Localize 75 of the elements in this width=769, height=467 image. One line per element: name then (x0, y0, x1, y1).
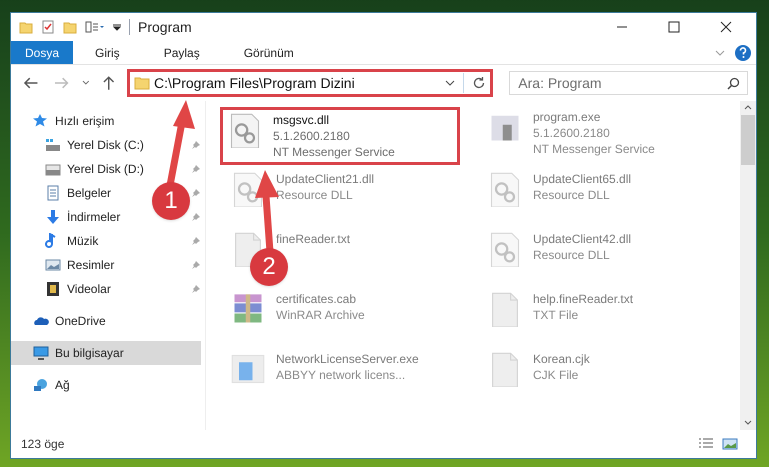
file-detail: WinRAR Archive (276, 307, 365, 323)
view-icon[interactable] (85, 20, 105, 34)
sidebar-label: OneDrive (55, 313, 106, 330)
file-name[interactable]: UpdateClient65.dll (533, 171, 632, 187)
file-detail: ABBYY network licens... (276, 367, 406, 383)
close-icon[interactable] (720, 21, 732, 33)
dropdown-icon[interactable] (445, 79, 456, 87)
sidebar-label: Bu bilgisayar (55, 345, 124, 362)
recent-dropdown-icon[interactable] (82, 80, 90, 86)
sidebar-label: Belgeler (67, 185, 112, 202)
file-name[interactable]: NetworkLicenseServer.exe (276, 351, 419, 367)
file-name[interactable]: UpdateClient21.dll (276, 171, 374, 187)
search-icon (727, 77, 740, 90)
dropdown-icon[interactable] (113, 22, 121, 32)
sidebar-item[interactable]: Ağ (11, 373, 74, 397)
sidebar-item[interactable]: Belgeler (11, 181, 116, 205)
maximize-icon[interactable] (668, 21, 680, 33)
sidebar-label: Ağ (55, 377, 70, 394)
file-name[interactable]: certificates.cab (276, 291, 365, 307)
file-detail: TXT File (533, 307, 580, 323)
address-bar[interactable]: C:\Program Files\Program Dizini (126, 69, 494, 97)
sidebar-label: Resimler (67, 257, 114, 274)
sidebar-item-icon (45, 137, 61, 153)
ribbon-tab[interactable]: Paylaş (142, 41, 222, 64)
file-name[interactable]: Korean.cjk (533, 351, 590, 367)
sidebar-label: Videolar (67, 281, 111, 298)
window-title: Program (138, 18, 192, 37)
sidebar-item[interactable]: Hızlı erişim (11, 109, 118, 133)
sidebar-label: Hızlı erişim (55, 113, 114, 130)
back-icon[interactable] (23, 76, 38, 90)
sidebar-item-icon (45, 185, 61, 201)
sidebar-item-icon (33, 377, 49, 393)
sidebar-label: Yerel Disk (C:) (67, 137, 144, 154)
file-name[interactable]: help.fineReader.txt (533, 291, 634, 307)
sidebar-item[interactable]: Resimler (11, 253, 118, 277)
ribbon-tab[interactable]: Giriş (73, 41, 142, 64)
sidebar-item-icon (33, 345, 49, 361)
ribbon-tab[interactable]: Görünüm (222, 41, 316, 64)
sidebar-label: Müzik (67, 233, 98, 250)
thumbnail-view-icon[interactable] (722, 437, 738, 451)
sidebar-item-icon (33, 113, 49, 129)
file-detail: CJK File (533, 367, 580, 383)
sidebar-item[interactable]: İndirmeler (11, 205, 124, 229)
sidebar-label: İndirmeler (67, 209, 120, 226)
up-icon[interactable] (102, 75, 115, 91)
file-detail: Resource DLL (276, 187, 354, 203)
properties-icon[interactable] (41, 20, 55, 34)
file-name[interactable]: fineReader.txt (276, 231, 350, 247)
sidebar-item[interactable]: Yerel Disk (C:) (11, 133, 148, 157)
scroll-thumb[interactable] (741, 115, 755, 165)
file-name[interactable]: program.exe (533, 109, 655, 125)
sidebar-item-icon (45, 257, 61, 273)
item-count: 123 öge (21, 436, 64, 453)
file-detail: NT Messenger Service (533, 141, 655, 157)
file-detail: Resource DLL (533, 187, 611, 203)
sidebar-item-icon (45, 281, 61, 297)
search-field[interactable]: Ara: Program (509, 71, 748, 95)
sidebar-item[interactable]: Bu bilgisayar (11, 341, 201, 365)
refresh-icon[interactable] (472, 76, 486, 90)
sidebar-item[interactable]: Müzik (11, 229, 102, 253)
file-detail: 5.1.2600.2180 (533, 125, 611, 141)
file-detail: Resource DLL (533, 247, 611, 263)
file-name[interactable]: UpdateClient42.dll (533, 231, 632, 247)
file-name[interactable]: msgsvc.dll (273, 112, 395, 128)
sidebar-item[interactable]: Yerel Disk (D:) (11, 157, 148, 181)
sidebar-label: Yerel Disk (D:) (67, 161, 144, 178)
file-detail: NT Messenger Service (273, 144, 395, 160)
sidebar-item[interactable]: OneDrive (11, 309, 110, 333)
highlighted-file-item[interactable]: msgsvc.dll 5.1.2600.2180 NT Messenger Service (220, 107, 460, 165)
sidebar-item-icon (45, 209, 61, 225)
address-path: C:\Program Files\Program Dizini (154, 74, 356, 93)
folder-icon (134, 76, 150, 90)
ribbon-tab[interactable]: Dosya (11, 41, 74, 64)
sidebar-item[interactable]: Videolar (11, 277, 115, 301)
file-detail: 5.1.2600.2180 (273, 128, 351, 144)
